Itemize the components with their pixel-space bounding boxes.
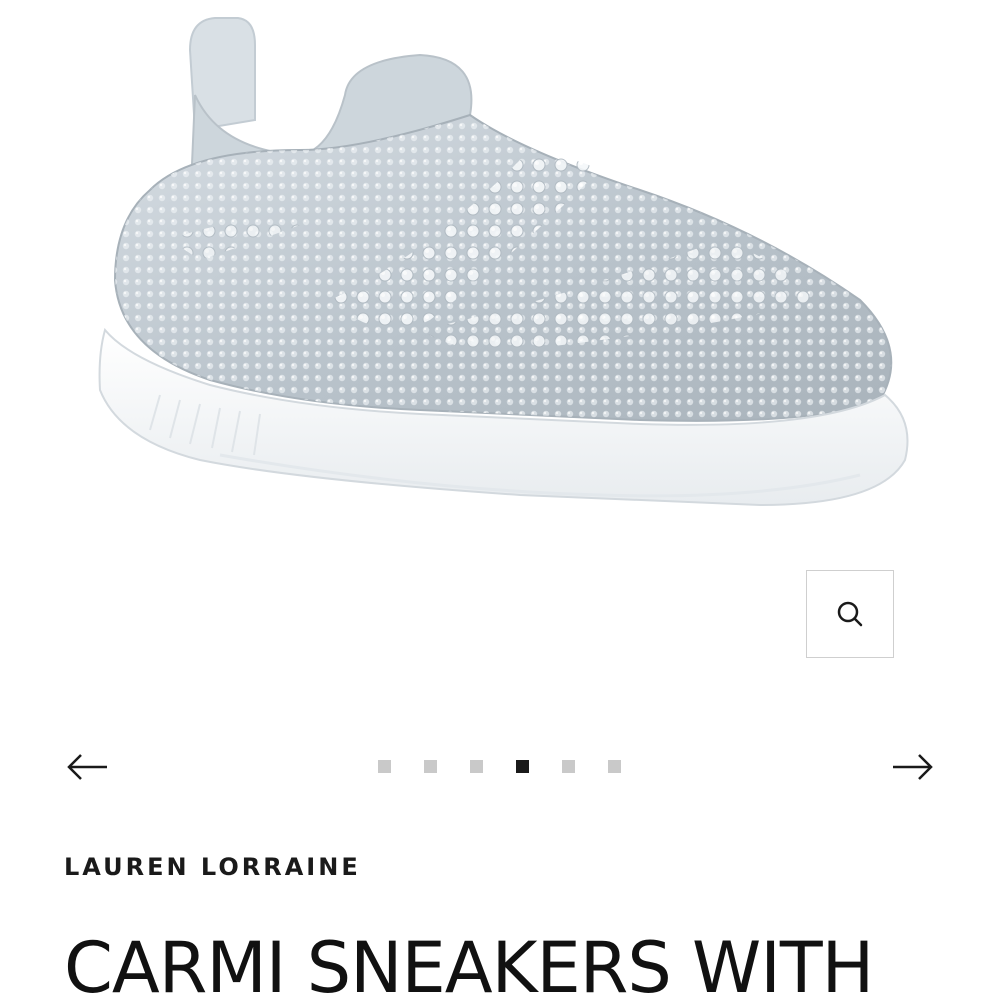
product-title: CARMI SNEAKERS WITH (64, 927, 874, 1000)
carousel-dot[interactable] (608, 760, 621, 773)
next-image-button[interactable] (890, 745, 936, 789)
carousel-dot[interactable] (424, 760, 437, 773)
brand-name[interactable]: LAUREN LORRAINE (64, 853, 361, 881)
previous-image-button[interactable] (64, 745, 110, 789)
product-page: LAUREN LORRAINE CARMI SNEAKERS WITH (0, 0, 1000, 1000)
carousel-dot[interactable] (470, 760, 483, 773)
search-icon (837, 601, 863, 627)
carousel-dot[interactable] (562, 760, 575, 773)
arrow-right-icon (893, 754, 933, 780)
carousel-indicator (378, 760, 621, 774)
carousel-dot[interactable] (516, 760, 529, 773)
zoom-button[interactable] (806, 570, 894, 658)
arrow-left-icon (67, 754, 107, 780)
carousel-dot[interactable] (378, 760, 391, 773)
product-image (98, 17, 909, 507)
